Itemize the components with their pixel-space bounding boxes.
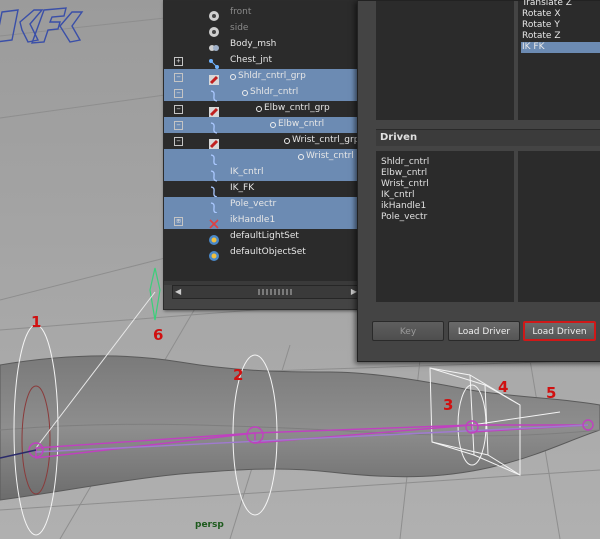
set-icon [208,231,220,245]
outliner-item-label: side [230,23,249,33]
driven-object-item[interactable]: Shldr_cntrl [381,157,429,167]
callout-5: 5 [546,384,557,402]
driven-object-item[interactable]: Elbw_cntrl [381,168,427,178]
outliner-item[interactable]: Wrist_cntrl [164,149,358,166]
outliner-item-label: ikHandle1 [230,215,276,225]
callout-1: 1 [31,313,42,331]
outliner-item[interactable]: − Shldr_cntrl [164,85,358,102]
joint-icon [208,55,220,69]
outliner-item-label: Shldr_cntrl_grp [238,71,306,81]
callout-2: 2 [233,366,244,384]
hierarchy-node-icon [298,154,304,160]
outliner-item-label: defaultLightSet [230,231,299,241]
outliner-item-label: Wrist_cntrl_grp [292,135,358,145]
driver-object-list[interactable] [376,1,514,120]
outliner-item[interactable]: defaultObjectSet [164,245,358,261]
collapse-icon[interactable]: − [174,121,183,130]
outliner-item-label: Pole_vectr [230,199,277,209]
outliner-item-label: Elbw_cntrl_grp [264,103,330,113]
callout-3: 3 [443,396,454,414]
outliner-item[interactable]: + Chest_jnt [164,53,358,69]
outliner-item[interactable]: − Shldr_cntrl_grp [164,69,358,85]
collapse-icon[interactable]: − [174,73,183,82]
scroll-left-arrow-icon[interactable]: ◀ [175,286,181,298]
outliner-item[interactable]: − Elbw_cntrl_grp [164,101,358,117]
driven-object-item[interactable]: ikHandle1 [381,201,426,211]
button-bar: Key Load Driver Load Driven [372,321,600,343]
outliner-item-label: front [230,7,252,17]
curve-icon [208,151,220,166]
curve-icon [208,199,220,214]
collapse-icon[interactable]: − [174,89,183,98]
hierarchy-node-icon [256,106,262,112]
driven-section-header: Driven [376,129,600,146]
hierarchy-node-icon [242,90,248,96]
outliner-item-label: Chest_jnt [230,55,272,65]
outliner-item-label: IK_FK [230,183,255,193]
outliner-item[interactable]: IK_cntrl [164,165,358,182]
outliner-item-label: defaultObjectSet [230,247,306,257]
driver-attribute-item[interactable]: IK FK [521,42,600,53]
curve-icon [208,119,220,134]
hierarchy-node-icon [230,74,236,80]
driver-attribute-item[interactable]: Rotate Y [521,20,600,31]
group-icon [208,103,220,117]
ikfk-switch-control[interactable] [0,0,90,70]
outliner-item-label: IK_cntrl [230,167,264,177]
collapse-icon[interactable]: − [174,105,183,114]
hierarchy-node-icon [284,138,290,144]
outliner-item[interactable]: Pole_vectr [164,197,358,214]
curve-icon [208,167,220,182]
key-button[interactable]: Key [372,321,444,341]
driven-object-item[interactable]: IK_cntrl [381,190,414,200]
scrollbar-thumb[interactable] [258,289,294,295]
outliner-item-label: Shldr_cntrl [250,87,299,97]
ik-handle-icon [208,215,220,229]
callout-6: 6 [153,326,164,344]
camera-icon [208,7,220,21]
load-driver-button[interactable]: Load Driver [448,321,520,341]
outliner-item[interactable]: Body_msh [164,37,358,53]
collapse-icon[interactable]: − [174,137,183,146]
set-driven-key-window: Translate Z Rotate X Rotate Y Rotate Z IK FK… [357,0,600,362]
expand-icon[interactable]: ⊞ [174,217,183,226]
curve-icon [208,87,220,102]
outliner-item[interactable]: side [164,21,358,37]
set-icon [208,247,220,261]
outliner-item[interactable]: defaultLightSet [164,229,358,245]
camera-icon [208,23,220,37]
outliner-item-label: Body_msh [230,39,277,49]
outliner-item[interactable]: ⊞ ikHandle1 [164,213,358,229]
driver-attribute-list[interactable]: Translate Z Rotate X Rotate Y Rotate Z IK FK [518,0,600,120]
outliner-panel[interactable]: front side Body_msh + Chest_jnt − Shldr_cntrl_… [163,0,370,310]
outliner-item[interactable]: front [164,5,358,21]
group-icon [208,71,220,85]
outliner-horizontal-scrollbar[interactable]: ◀ ▶ [172,285,360,299]
outliner-item-label: Wrist_cntrl [306,151,354,161]
driven-object-list[interactable]: Shldr_cntrl Elbw_cntrl Wrist_cntrl IK_cntrl… [376,151,514,302]
outliner-item-label: Elbw_cntrl [278,119,325,129]
curve-icon [208,183,220,198]
mesh-icon [208,39,220,51]
driven-object-item[interactable]: Pole_vectr [381,212,427,222]
camera-name-label: persp [195,520,224,530]
driven-title: Driven [380,132,418,143]
outliner-list[interactable]: front side Body_msh + Chest_jnt − Shldr_cntrl_… [164,1,358,281]
driven-object-item[interactable]: Wrist_cntrl [381,179,429,189]
driven-attribute-list[interactable] [518,151,600,302]
driver-attribute-item[interactable]: Rotate X [521,9,600,20]
outliner-item[interactable]: − Elbw_cntrl [164,117,358,134]
outliner-item[interactable]: − Wrist_cntrl_grp [164,133,358,149]
load-driven-button[interactable]: Load Driven [523,321,596,341]
hierarchy-node-icon [270,122,276,128]
group-icon [208,135,220,149]
driver-attribute-item[interactable]: Rotate Z [521,31,600,42]
callout-4: 4 [498,378,509,396]
outliner-item[interactable]: IK_FK [164,181,358,198]
expand-icon[interactable]: + [174,57,183,66]
driver-attribute-item[interactable]: Translate Z [521,0,600,9]
